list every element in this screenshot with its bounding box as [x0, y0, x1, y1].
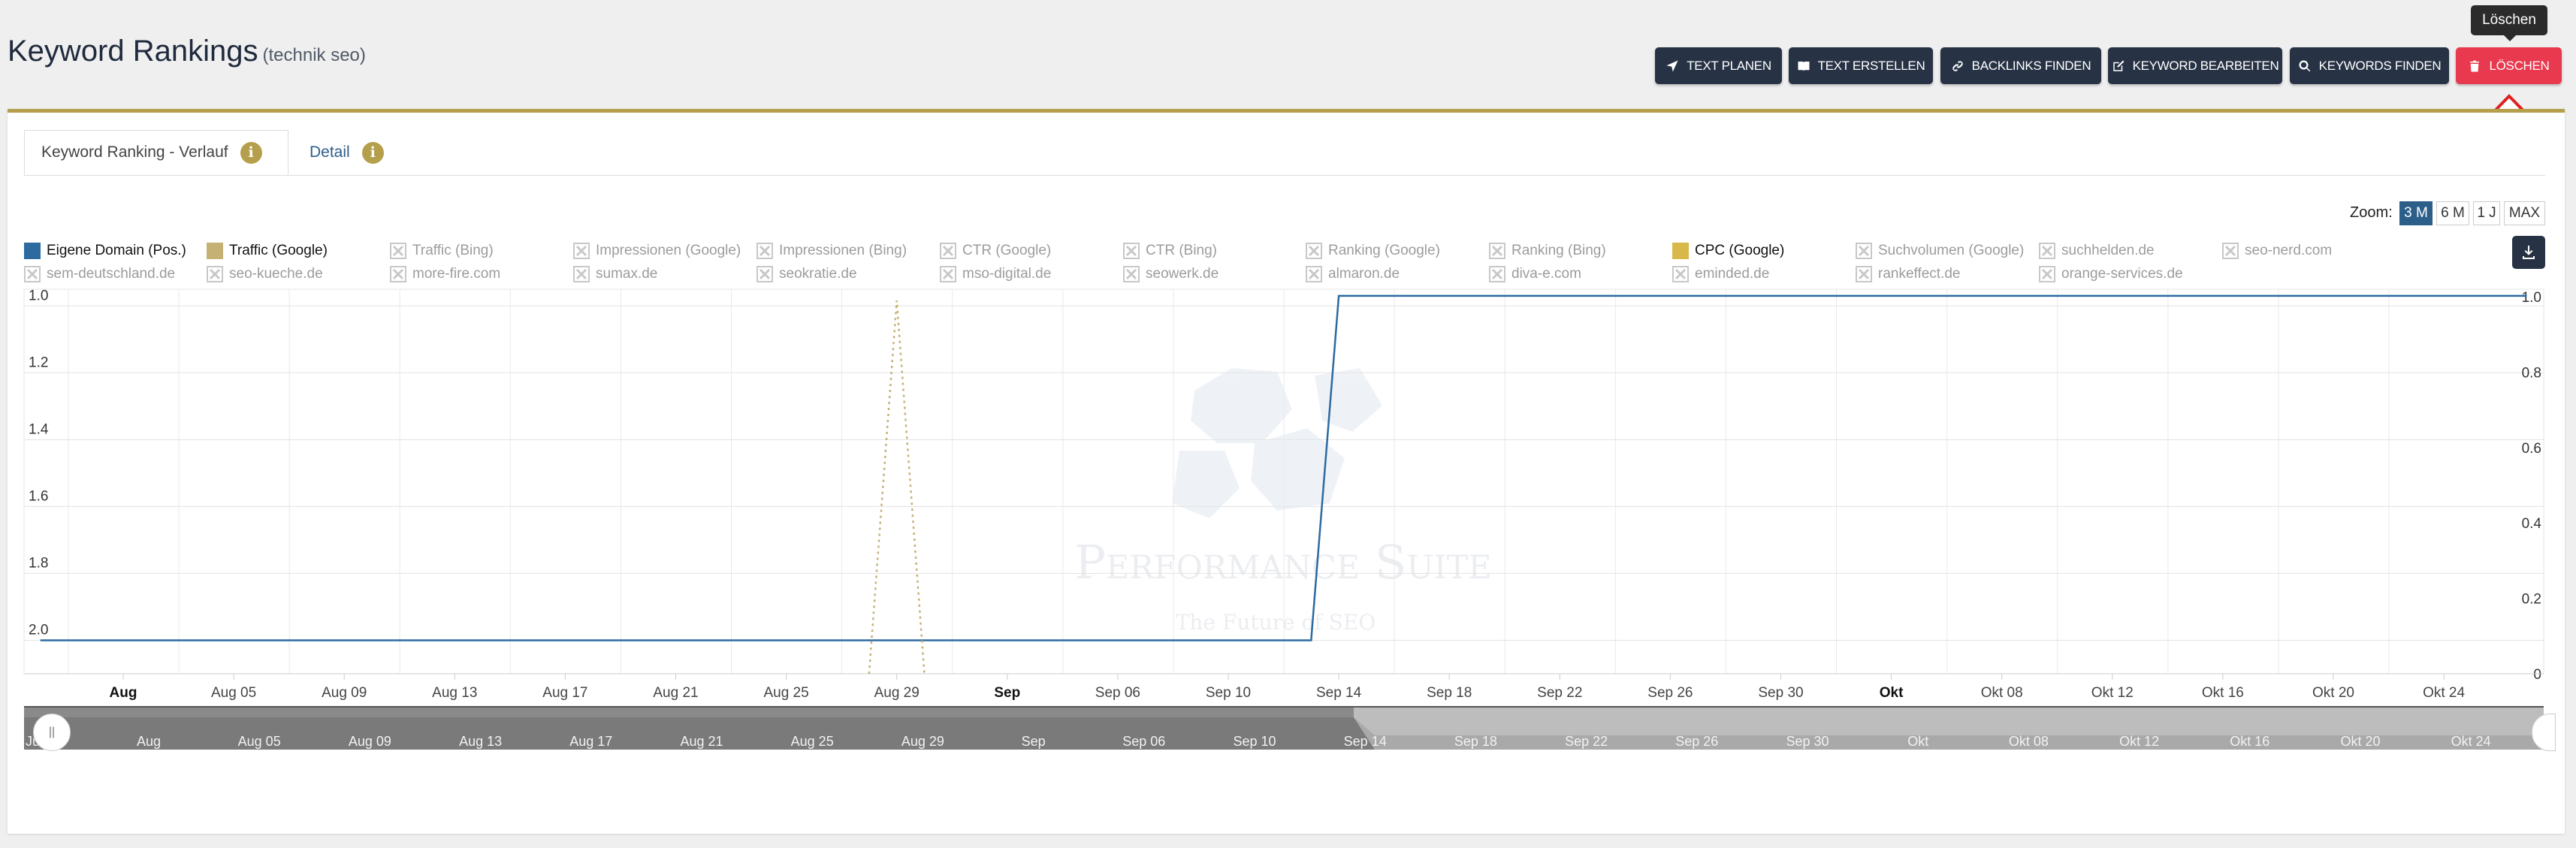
navigator-label: Aug 25: [791, 734, 834, 749]
y-left-tick-label: 1.6: [29, 488, 48, 504]
y-left-tick-label: 1.0: [29, 288, 48, 303]
watermark-tagline: The Future of SEO: [1176, 610, 1376, 635]
x-tick-label: Okt 20: [2312, 685, 2354, 701]
navigator-label: Sep 06: [1122, 734, 1165, 749]
x-tick-label: Okt 08: [1981, 685, 2023, 701]
series-line: [868, 300, 926, 674]
y-right-tick-label: 0.8: [2522, 365, 2541, 381]
navigator-label: Okt: [1907, 734, 1928, 749]
x-tick-label: Aug 05: [211, 685, 256, 701]
y-right-tick-label: 0.6: [2522, 441, 2541, 457]
navigator-label: Sep 14: [1344, 734, 1387, 749]
x-tick-label: Okt: [1880, 685, 1904, 701]
x-tick-label: Sep 14: [1316, 685, 1362, 701]
navigator-label: Sep 26: [1675, 734, 1718, 749]
y-left-tick-label: 2.0: [29, 622, 48, 638]
x-tick-label: Aug 13: [432, 685, 477, 701]
x-tick-label: Aug: [110, 685, 137, 701]
y-left-tick-label: 1.4: [29, 421, 49, 437]
navigator-label: Sep 30: [1786, 734, 1829, 749]
x-tick-label: Okt 24: [2423, 685, 2465, 701]
y-right-tick-label: 0.2: [2522, 592, 2541, 608]
watermark-title: Performance Suite: [1074, 535, 1491, 590]
x-tick-label: Aug 21: [653, 685, 698, 701]
navigator-label: Aug 09: [349, 734, 391, 749]
x-tick-label: Aug 25: [763, 685, 808, 701]
navigator-label: Aug 05: [238, 734, 281, 749]
y-left-tick-label: 1.2: [29, 355, 48, 370]
x-tick-label: Sep 30: [1758, 685, 1803, 701]
x-tick-label: Sep 10: [1206, 685, 1251, 701]
x-tick-label: Sep 06: [1095, 685, 1140, 701]
y-right-tick-label: 0: [2533, 667, 2541, 683]
navigator-label: Okt 12: [2119, 734, 2159, 749]
x-tick-label: Sep 18: [1427, 685, 1472, 701]
x-tick-label: Sep: [994, 685, 1020, 701]
ranking-chart: Performance Suite The Future of SEO 1.0 1…: [23, 288, 2544, 750]
navigator-label: Aug 29: [901, 734, 944, 749]
navigator-label: Okt 16: [2230, 734, 2269, 749]
navigator-label: Aug 13: [459, 734, 502, 749]
x-tick-label: Aug 09: [322, 685, 367, 701]
watermark: Performance Suite The Future of SEO: [1074, 368, 1492, 635]
navigator-label: Sep 22: [1565, 734, 1608, 749]
x-tick-label: Sep 26: [1647, 685, 1693, 701]
x-tick-label: Okt 16: [2202, 685, 2244, 701]
y-right-tick-label: 0.4: [2522, 516, 2542, 532]
navigator-label: Okt 24: [2451, 734, 2491, 749]
navigator-label: Okt 08: [2009, 734, 2049, 749]
y-right-tick-label: 1.0: [2522, 290, 2541, 306]
x-tick-label: Okt 12: [2091, 685, 2134, 701]
x-tick-label: Aug 29: [874, 685, 920, 701]
navigator-label: Sep 10: [1233, 734, 1276, 749]
navigator-label: Aug 17: [569, 734, 612, 749]
navigator-label: Aug: [137, 734, 161, 749]
x-tick-label: Sep 22: [1537, 685, 1582, 701]
navigator-label: Sep: [1022, 734, 1046, 749]
x-tick-label: Aug 17: [542, 685, 587, 701]
navigator-label: Okt 20: [2340, 734, 2380, 749]
navigator-label: Sep 18: [1454, 734, 1497, 749]
navigator-label: Aug 21: [680, 734, 723, 749]
y-left-tick-label: 1.8: [29, 555, 48, 571]
navigator-handle-left[interactable]: ||: [33, 714, 71, 751]
